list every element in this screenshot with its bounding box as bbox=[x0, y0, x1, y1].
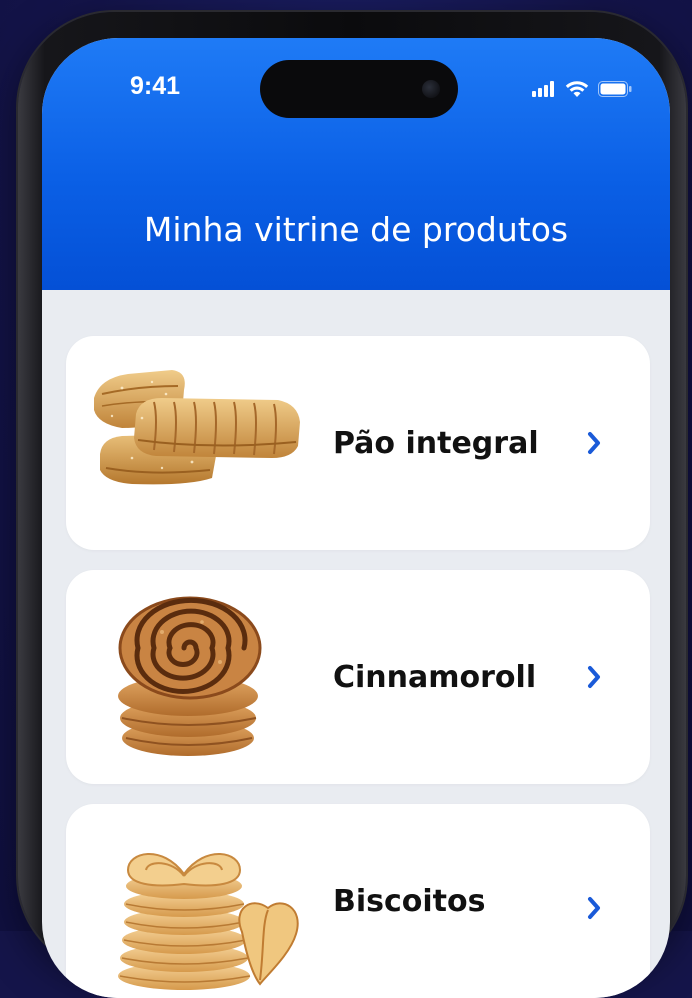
palmier-cookies-image bbox=[118, 853, 299, 990]
product-card-biscoitos[interactable]: Biscoitos bbox=[66, 804, 650, 998]
puff-pastry-image bbox=[94, 370, 300, 485]
product-name: Cinnamoroll bbox=[333, 659, 537, 695]
phone-frame: 9:41 Minha vitrine de produtos Pão integ… bbox=[18, 12, 686, 998]
front-camera-icon bbox=[422, 80, 440, 98]
wifi-icon bbox=[565, 81, 589, 97]
product-card-pao-integral[interactable]: Pão integral bbox=[66, 336, 650, 550]
product-card-cinnamoroll[interactable]: Cinnamoroll bbox=[66, 570, 650, 784]
chevron-right-icon[interactable] bbox=[586, 570, 602, 784]
product-name: Biscoitos bbox=[333, 884, 486, 919]
chevron-right-icon[interactable] bbox=[586, 336, 602, 550]
battery-icon bbox=[598, 81, 632, 97]
status-time: 9:41 bbox=[130, 72, 181, 100]
cellular-signal-icon bbox=[532, 81, 554, 97]
app-header: 9:41 Minha vitrine de produtos bbox=[42, 38, 670, 290]
page-title: Minha vitrine de produtos bbox=[143, 210, 569, 249]
cinnamon-roll-image bbox=[118, 596, 262, 756]
status-icons bbox=[532, 80, 632, 98]
phone-screen: 9:41 Minha vitrine de produtos Pão integ… bbox=[42, 38, 670, 998]
chevron-right-icon[interactable] bbox=[586, 804, 602, 998]
product-name: Pão integral bbox=[333, 425, 539, 461]
dynamic-island bbox=[260, 60, 458, 118]
